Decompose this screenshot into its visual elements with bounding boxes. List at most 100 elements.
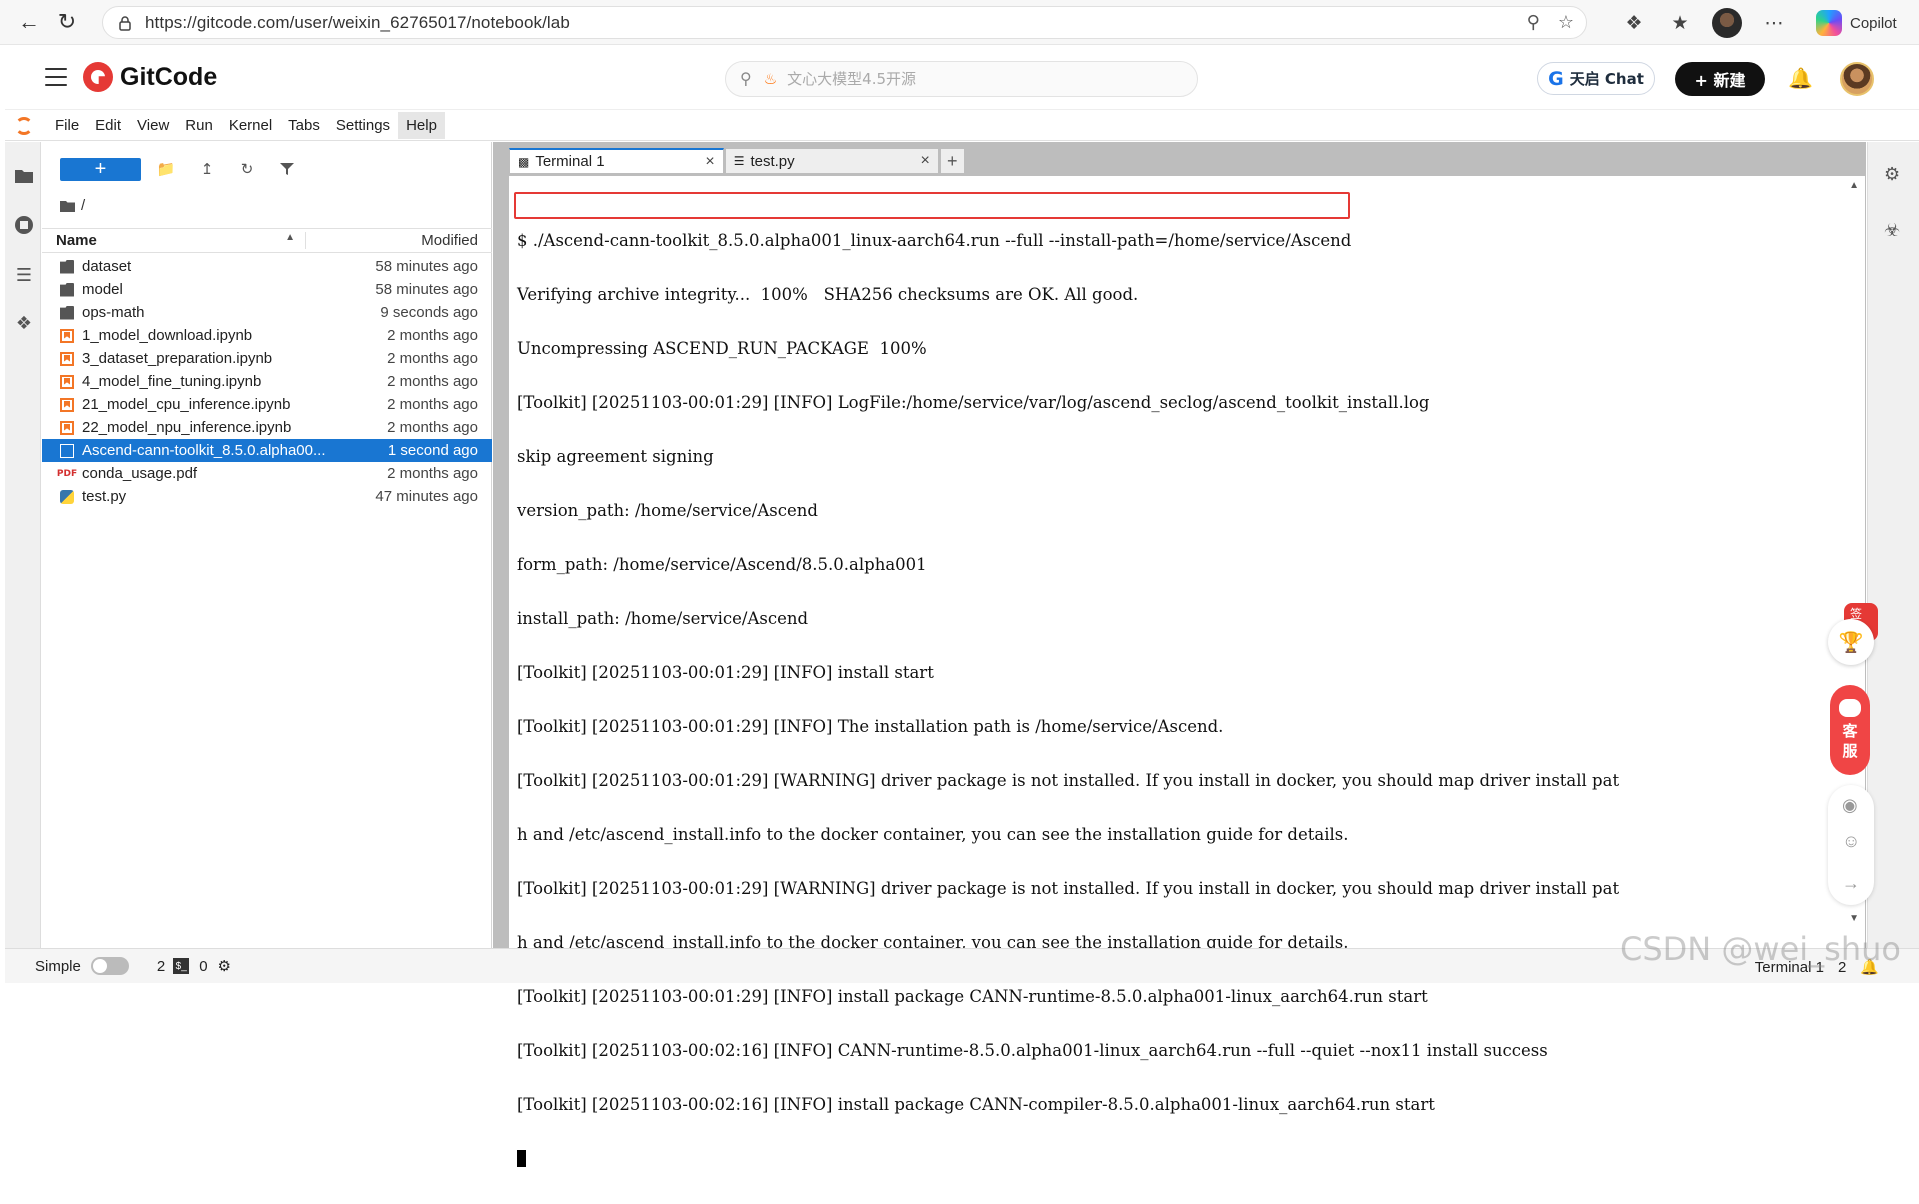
reload-icon[interactable]: ↻ [50, 5, 84, 39]
menu-kernel[interactable]: Kernel [221, 112, 280, 139]
tianqi-chat-button[interactable]: G 天启 Chat [1537, 62, 1655, 95]
back-icon[interactable]: ← [12, 5, 46, 39]
menu-tabs[interactable]: Tabs [280, 112, 328, 139]
kernel-count: 0 [199, 957, 208, 975]
tab-terminal-1[interactable]: ▩ Terminal 1 × [509, 148, 724, 174]
file-name: dataset [82, 258, 132, 275]
running-kernels-icon[interactable] [13, 214, 35, 236]
panel-splitter[interactable] [493, 142, 501, 948]
terminal-icon: ▩ [518, 154, 530, 169]
notebook-icon [60, 397, 74, 412]
terminal-cursor-line [517, 1150, 1619, 1168]
terminal-icon[interactable]: $_ [173, 958, 190, 974]
new-folder-icon[interactable]: 📁 [156, 159, 176, 179]
list-item[interactable]: model 58 minutes ago [42, 278, 492, 301]
tab-label: Terminal 1 [535, 153, 605, 170]
extensions-icon[interactable]: ❖ [1620, 9, 1648, 37]
terminal-line: form_path: /home/service/Ascend/8.5.0.al… [517, 555, 927, 574]
file-list: dataset 58 minutes ago model 58 minutes ag… [42, 255, 492, 508]
terminal-panel[interactable]: $ ./Ascend-cann-toolkit_8.5.0.alpha001_l… [501, 176, 1866, 1167]
name-column-header[interactable]: Name ▲ [56, 232, 306, 249]
smiley-feedback-icon[interactable]: ☺ [1842, 831, 1860, 852]
terminal-output[interactable]: $ ./Ascend-cann-toolkit_8.5.0.alpha001_l… [517, 196, 1619, 1204]
property-inspector-gear-icon[interactable]: ⚙ [1884, 164, 1900, 185]
address-bar[interactable]: https://gitcode.com/user/weixin_62765017… [102, 6, 1587, 39]
list-item[interactable]: PDF conda_usage.pdf 2 months ago [42, 462, 492, 485]
close-icon[interactable]: × [920, 152, 929, 170]
menu-settings[interactable]: Settings [328, 112, 398, 139]
copilot-label: Copilot [1850, 14, 1897, 32]
terminal-count: 2 [156, 957, 166, 975]
trophy-icon[interactable]: 🏆 [1828, 619, 1874, 665]
url-text[interactable]: https://gitcode.com/user/weixin_62765017… [145, 13, 570, 33]
notification-bell-icon[interactable]: 🔔 [1788, 66, 1813, 91]
menu-view[interactable]: View [129, 112, 177, 139]
refresh-icon[interactable]: ↻ [237, 159, 257, 179]
zoom-icon[interactable]: ⚲ [1527, 12, 1540, 33]
browser-profile-avatar[interactable] [1712, 8, 1742, 38]
customer-service-button[interactable]: 客 服 [1830, 685, 1870, 775]
list-item[interactable]: 22_model_npu_inference.ipynb 2 months ago [42, 416, 492, 439]
breadcrumb-path[interactable]: / [81, 197, 85, 214]
terminal-cursor [517, 1150, 526, 1167]
notebook-icon [60, 420, 74, 435]
folder-icon [60, 305, 74, 320]
list-item[interactable]: test.py 47 minutes ago [42, 485, 492, 508]
table-of-contents-icon[interactable]: ☰ [13, 264, 35, 286]
kernel-gear-icon[interactable]: ⚙ [218, 957, 231, 975]
site-info-icon[interactable] [117, 15, 133, 31]
file-name: model [82, 281, 123, 298]
file-modified: 1 second ago [387, 442, 478, 459]
file-list-header: Name ▲ Modified [42, 228, 492, 253]
terminal-line: h and /etc/ascend_install.info to the do… [517, 825, 1349, 844]
hamburger-menu-icon[interactable] [45, 68, 67, 86]
name-column-label: Name [56, 232, 97, 249]
python-icon [60, 489, 74, 504]
copilot-button[interactable]: Copilot [1806, 6, 1907, 40]
terminal-line: skip agreement signing [517, 447, 714, 466]
modified-column-header[interactable]: Modified [421, 232, 478, 249]
list-item[interactable]: 4_model_fine_tuning.ipynb 2 months ago [42, 370, 492, 393]
extensions-puzzle-icon[interactable]: ❖ [13, 312, 35, 334]
simple-mode-toggle[interactable] [90, 957, 129, 975]
menu-help[interactable]: Help [398, 112, 445, 139]
search-input[interactable] [787, 70, 1148, 88]
assistant-icon[interactable]: ◉ [1842, 795, 1858, 816]
scroll-up-arrow-icon[interactable]: ▲ [1849, 180, 1859, 191]
site-search[interactable]: ⚲ ♨ [725, 61, 1198, 97]
more-menu-icon[interactable]: ⋯ [1760, 9, 1788, 37]
add-tab-button[interactable]: + [939, 148, 965, 174]
tab-test-py[interactable]: ☰ test.py × [724, 148, 939, 174]
filter-icon[interactable] [277, 159, 297, 179]
user-avatar[interactable] [1840, 62, 1874, 96]
list-item[interactable]: 3_dataset_preparation.ipynb 2 months ago [42, 347, 492, 370]
menu-edit[interactable]: Edit [87, 112, 129, 139]
new-launcher-button[interactable]: + [60, 158, 141, 181]
terminal-line: [Toolkit] [20251103-00:02:16] [INFO] CAN… [517, 1041, 1548, 1060]
menu-run[interactable]: Run [177, 112, 221, 139]
menu-file[interactable]: File [47, 112, 87, 139]
folder-icon[interactable] [60, 200, 75, 212]
file-modified: 2 months ago [387, 350, 478, 367]
file-name: ops-math [82, 304, 145, 321]
file-name: 22_model_npu_inference.ipynb [82, 419, 292, 436]
terminal-line: Uncompressing ASCEND_RUN_PACKAGE 100% [517, 339, 927, 358]
file-browser-folder-icon[interactable] [13, 164, 35, 186]
list-item[interactable]: dataset 58 minutes ago [42, 255, 492, 278]
upload-icon[interactable]: ↥ [197, 159, 217, 179]
file-name: conda_usage.pdf [82, 465, 198, 482]
list-item[interactable]: 21_model_cpu_inference.ipynb 2 months ago [42, 393, 492, 416]
list-item[interactable]: ops-math 9 seconds ago [42, 301, 492, 324]
terminal-line: [Toolkit] [20251103-00:02:16] [INFO] ins… [517, 1095, 1435, 1114]
list-item-selected[interactable]: Ascend-cann-toolkit_8.5.0.alpha00... 1 se… [42, 439, 492, 462]
debugger-bug-icon[interactable]: ☣ [1884, 220, 1900, 241]
list-item[interactable]: 1_model_download.ipynb 2 months ago [42, 324, 492, 347]
close-icon[interactable]: × [705, 153, 714, 171]
terminal-line: [Toolkit] [20251103-00:01:29] [INFO] ins… [517, 663, 934, 682]
gitcode-logo[interactable]: GitCode [83, 62, 217, 92]
favorite-star-icon[interactable]: ☆ [1558, 12, 1574, 33]
new-button[interactable]: + 新建 [1675, 62, 1765, 96]
favorites-icon[interactable]: ★ [1666, 9, 1694, 37]
search-icon: ⚲ [740, 71, 752, 88]
arrow-right-icon[interactable]: → [1842, 873, 1860, 894]
